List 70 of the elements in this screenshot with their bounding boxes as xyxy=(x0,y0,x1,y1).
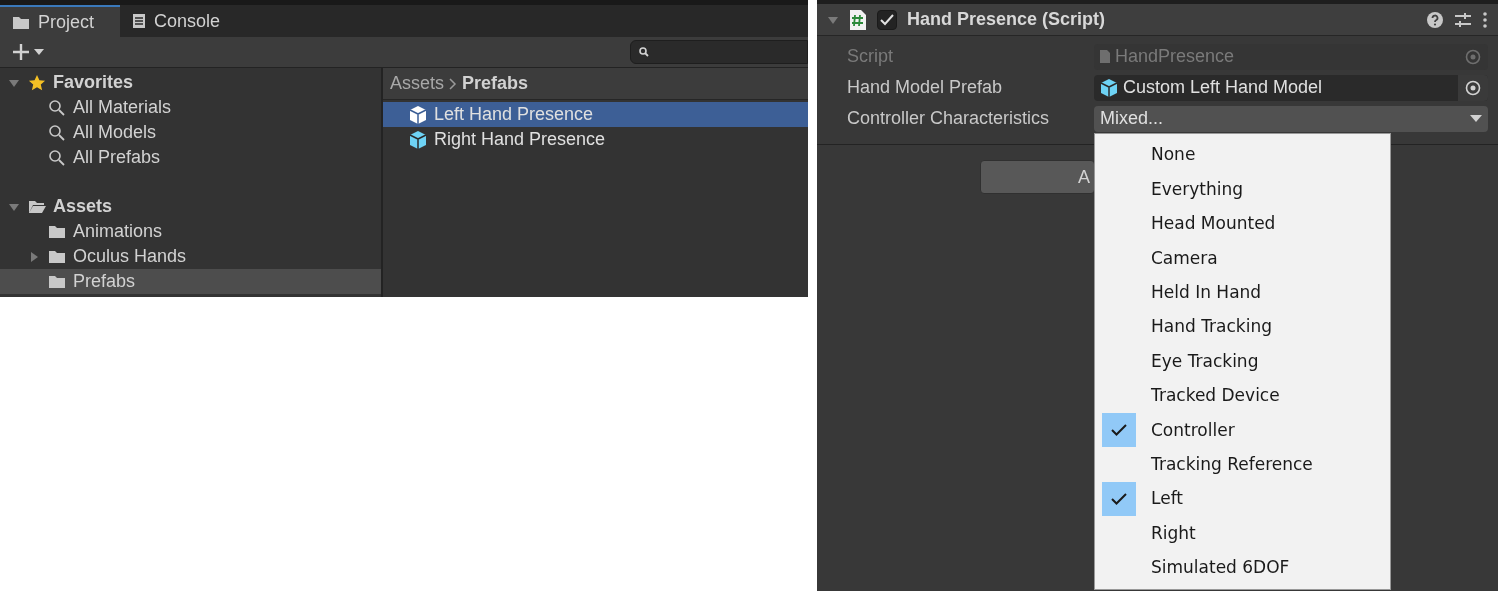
menu-item[interactable]: Controller xyxy=(1095,413,1390,448)
tree-label: Assets xyxy=(53,195,113,218)
tree-label: Favorites xyxy=(53,71,134,94)
chevron-icon xyxy=(448,76,459,91)
add-button[interactable]: A xyxy=(980,160,1095,194)
folder-icon xyxy=(48,274,66,289)
sliders-icon[interactable] xyxy=(1454,10,1472,29)
menu-item[interactable]: Hand Tracking xyxy=(1095,309,1390,345)
search-icon xyxy=(48,98,66,117)
tree-item[interactable]: Oculus Hands xyxy=(0,244,381,269)
tree-item[interactable]: Prefabs xyxy=(0,269,381,294)
tree-label: All Materials xyxy=(73,96,172,119)
caret-icon xyxy=(34,48,44,56)
menu-item[interactable]: Right xyxy=(1095,516,1390,551)
tree-label: Prefabs xyxy=(73,270,136,293)
menu-item[interactable]: Everything xyxy=(1095,172,1390,207)
tree-item[interactable]: All Prefabs xyxy=(0,145,381,170)
menu-item[interactable]: Camera xyxy=(1095,241,1390,276)
folder-icon xyxy=(48,249,66,264)
folder-icon xyxy=(12,14,30,30)
menu-item[interactable]: Simulated 6DOF xyxy=(1095,550,1390,586)
expand-arrow-icon[interactable] xyxy=(28,250,40,263)
object-field[interactable]: Custom Left Hand Model xyxy=(1094,74,1488,101)
search-icon xyxy=(48,123,66,142)
menu-item[interactable]: Left xyxy=(1095,481,1390,517)
tree-item[interactable]: All Models xyxy=(0,120,381,145)
tree-label: All Prefabs xyxy=(73,146,161,169)
console-icon xyxy=(132,13,146,29)
field-label: Script xyxy=(847,45,894,68)
more-icon[interactable] xyxy=(1482,10,1488,29)
search-icon xyxy=(639,47,649,57)
menu-item[interactable]: Held In Hand xyxy=(1095,275,1390,310)
search-icon xyxy=(48,148,66,167)
cube-icon xyxy=(408,104,428,125)
tree-item[interactable]: Favorites xyxy=(0,70,381,95)
asset-item[interactable]: Left Hand Presence xyxy=(383,102,808,127)
field-label: Controller Characteristics xyxy=(847,107,1051,130)
tree-label: All Models xyxy=(73,121,157,144)
menu-item[interactable]: Eye Tracking xyxy=(1095,344,1390,379)
asset-item[interactable]: Right Hand Presence xyxy=(383,127,808,152)
component-title: Hand Presence (Script) xyxy=(907,8,1107,31)
enable-checkbox[interactable] xyxy=(877,9,897,30)
help-icon[interactable] xyxy=(1426,10,1444,29)
plus-icon xyxy=(12,43,30,61)
search-field[interactable] xyxy=(630,40,808,64)
menu-item[interactable]: Tracking Reference xyxy=(1095,447,1390,482)
check-icon xyxy=(880,13,894,26)
tree-item[interactable]: Animations xyxy=(0,219,381,244)
tab[interactable]: Project xyxy=(0,5,120,37)
field-label: Hand Model Prefab xyxy=(847,76,1004,99)
script-icon xyxy=(1099,49,1111,64)
folder-icon xyxy=(48,224,66,239)
tree-label: Oculus Hands xyxy=(73,245,187,268)
caret-icon xyxy=(1470,114,1482,123)
breadcrumb-link[interactable]: Assets xyxy=(390,70,445,97)
script-icon xyxy=(849,8,867,31)
tree-item[interactable]: All Materials xyxy=(0,95,381,120)
check-icon xyxy=(1111,424,1127,437)
menu-item[interactable]: None xyxy=(1095,138,1390,173)
cube-icon xyxy=(1099,77,1119,98)
menu-item[interactable]: Tracked Device xyxy=(1095,378,1390,414)
open-folder-icon xyxy=(28,199,46,214)
dropdown-field[interactable]: Mixed... xyxy=(1094,105,1488,132)
cube-icon xyxy=(408,129,428,150)
tree-label: Animations xyxy=(73,220,163,243)
star-icon xyxy=(28,73,46,92)
tree-item[interactable]: Assets xyxy=(0,194,381,219)
menu-item[interactable]: Head Mounted xyxy=(1095,206,1390,242)
check-icon xyxy=(1111,493,1127,506)
breadcrumb-link[interactable]: Prefabs xyxy=(462,70,529,97)
